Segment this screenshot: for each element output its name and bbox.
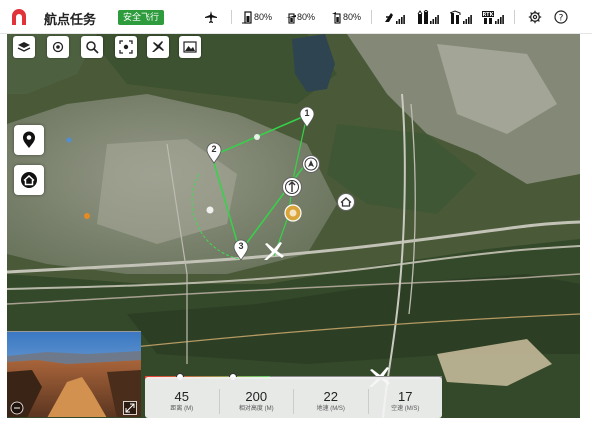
telemetry-panel: 45 距离 (M) 200 相对高度 (M) 22 地速 (M/S) 17 空速… xyxy=(145,377,442,418)
battery-wing-icon xyxy=(286,12,296,24)
ground-speed-label: 地速 (M/S) xyxy=(316,406,345,412)
aircraft-center-button[interactable] xyxy=(147,36,169,58)
gear-icon xyxy=(528,10,542,24)
photo-button[interactable] xyxy=(179,36,201,58)
aircraft-icon xyxy=(152,41,164,52)
aircraft-signal-icon xyxy=(385,12,405,24)
map-search-button[interactable] xyxy=(81,36,103,58)
ground-speed-readout: 22 地速 (M/S) xyxy=(294,389,369,414)
battery-3-value: 80% xyxy=(343,12,362,22)
help-button[interactable]: ? xyxy=(554,9,568,25)
battery-icon xyxy=(242,10,252,24)
battery-2-status[interactable]: 80% xyxy=(285,9,315,25)
help-icon: ? xyxy=(554,10,568,24)
airspeed-readout: 17 空速 (M/S) xyxy=(369,389,443,414)
distance-value: 45 xyxy=(174,389,189,404)
datalink-signal-icon xyxy=(450,9,472,24)
waypoint-3[interactable]: 3 xyxy=(232,239,250,261)
home-point-marker[interactable] xyxy=(336,192,356,212)
rtk-signal-status[interactable]: RTK xyxy=(482,9,504,25)
ground-speed-value: 22 xyxy=(323,389,338,404)
home-button[interactable] xyxy=(14,165,44,195)
locate-button[interactable] xyxy=(47,36,69,58)
waypoint-1-label: 1 xyxy=(304,108,310,118)
landing-point-marker[interactable] xyxy=(284,204,302,222)
divider xyxy=(231,10,232,24)
focus-icon xyxy=(119,40,133,54)
home-icon xyxy=(21,172,37,188)
airspeed-value: 17 xyxy=(398,389,413,404)
app-logo-icon[interactable] xyxy=(10,8,28,26)
remote-control-signal-status[interactable] xyxy=(417,9,439,25)
battery-1-value: 80% xyxy=(254,12,273,22)
photo-icon xyxy=(183,41,197,53)
flight-status-badge: 安全飞行 xyxy=(118,10,165,25)
camera-preview[interactable] xyxy=(7,331,141,417)
user-location-marker[interactable] xyxy=(301,154,321,174)
location-pin-button[interactable] xyxy=(14,125,44,155)
datalink-signal-status[interactable] xyxy=(450,9,472,25)
waypoint-3-label: 3 xyxy=(238,241,244,251)
airplane-icon xyxy=(205,11,217,23)
svg-text:?: ? xyxy=(559,13,564,23)
aircraft-position-marker[interactable] xyxy=(262,240,286,264)
distance-readout: 45 距离 (M) xyxy=(145,389,220,414)
altitude-readout: 200 相对高度 (M) xyxy=(220,389,294,414)
layers-icon xyxy=(17,42,31,52)
altitude-value: 200 xyxy=(245,389,268,404)
divider xyxy=(514,10,515,24)
location-pin-icon xyxy=(23,131,35,148)
svg-text:RTK: RTK xyxy=(483,12,495,18)
camera-settings-icon[interactable] xyxy=(10,401,24,415)
page-title: 航点任务 xyxy=(44,12,97,27)
search-icon xyxy=(86,41,99,54)
top-bar: 航点任务 安全飞行 80% 80% 80% RTK ? xyxy=(0,0,592,34)
battery-motor-icon xyxy=(332,11,341,24)
focus-button[interactable] xyxy=(115,36,137,58)
remote-signal-icon xyxy=(417,9,439,24)
aircraft-signal-status[interactable] xyxy=(383,9,405,25)
flight-mode-indicator[interactable] xyxy=(204,9,218,25)
waypoint-2-label: 2 xyxy=(211,144,217,154)
camera-feed-image xyxy=(7,332,141,417)
battery-3-status[interactable]: 80% xyxy=(331,9,361,25)
rtk-signal-icon: RTK xyxy=(482,10,504,24)
battery-1-status[interactable]: 80% xyxy=(242,9,272,25)
distance-label: 距离 (M) xyxy=(170,406,194,412)
layers-button[interactable] xyxy=(13,36,35,58)
airspeed-label: 空速 (M/S) xyxy=(391,406,420,412)
waypoint-1[interactable]: 1 xyxy=(298,106,316,128)
settings-button[interactable] xyxy=(528,9,542,25)
altitude-label: 相对高度 (M) xyxy=(238,406,274,412)
takeoff-point-marker[interactable] xyxy=(281,176,303,198)
divider xyxy=(371,10,372,24)
expand-icon[interactable] xyxy=(123,401,137,415)
battery-2-value: 80% xyxy=(297,12,316,22)
locate-icon xyxy=(52,41,64,53)
waypoint-2[interactable]: 2 xyxy=(205,142,223,164)
